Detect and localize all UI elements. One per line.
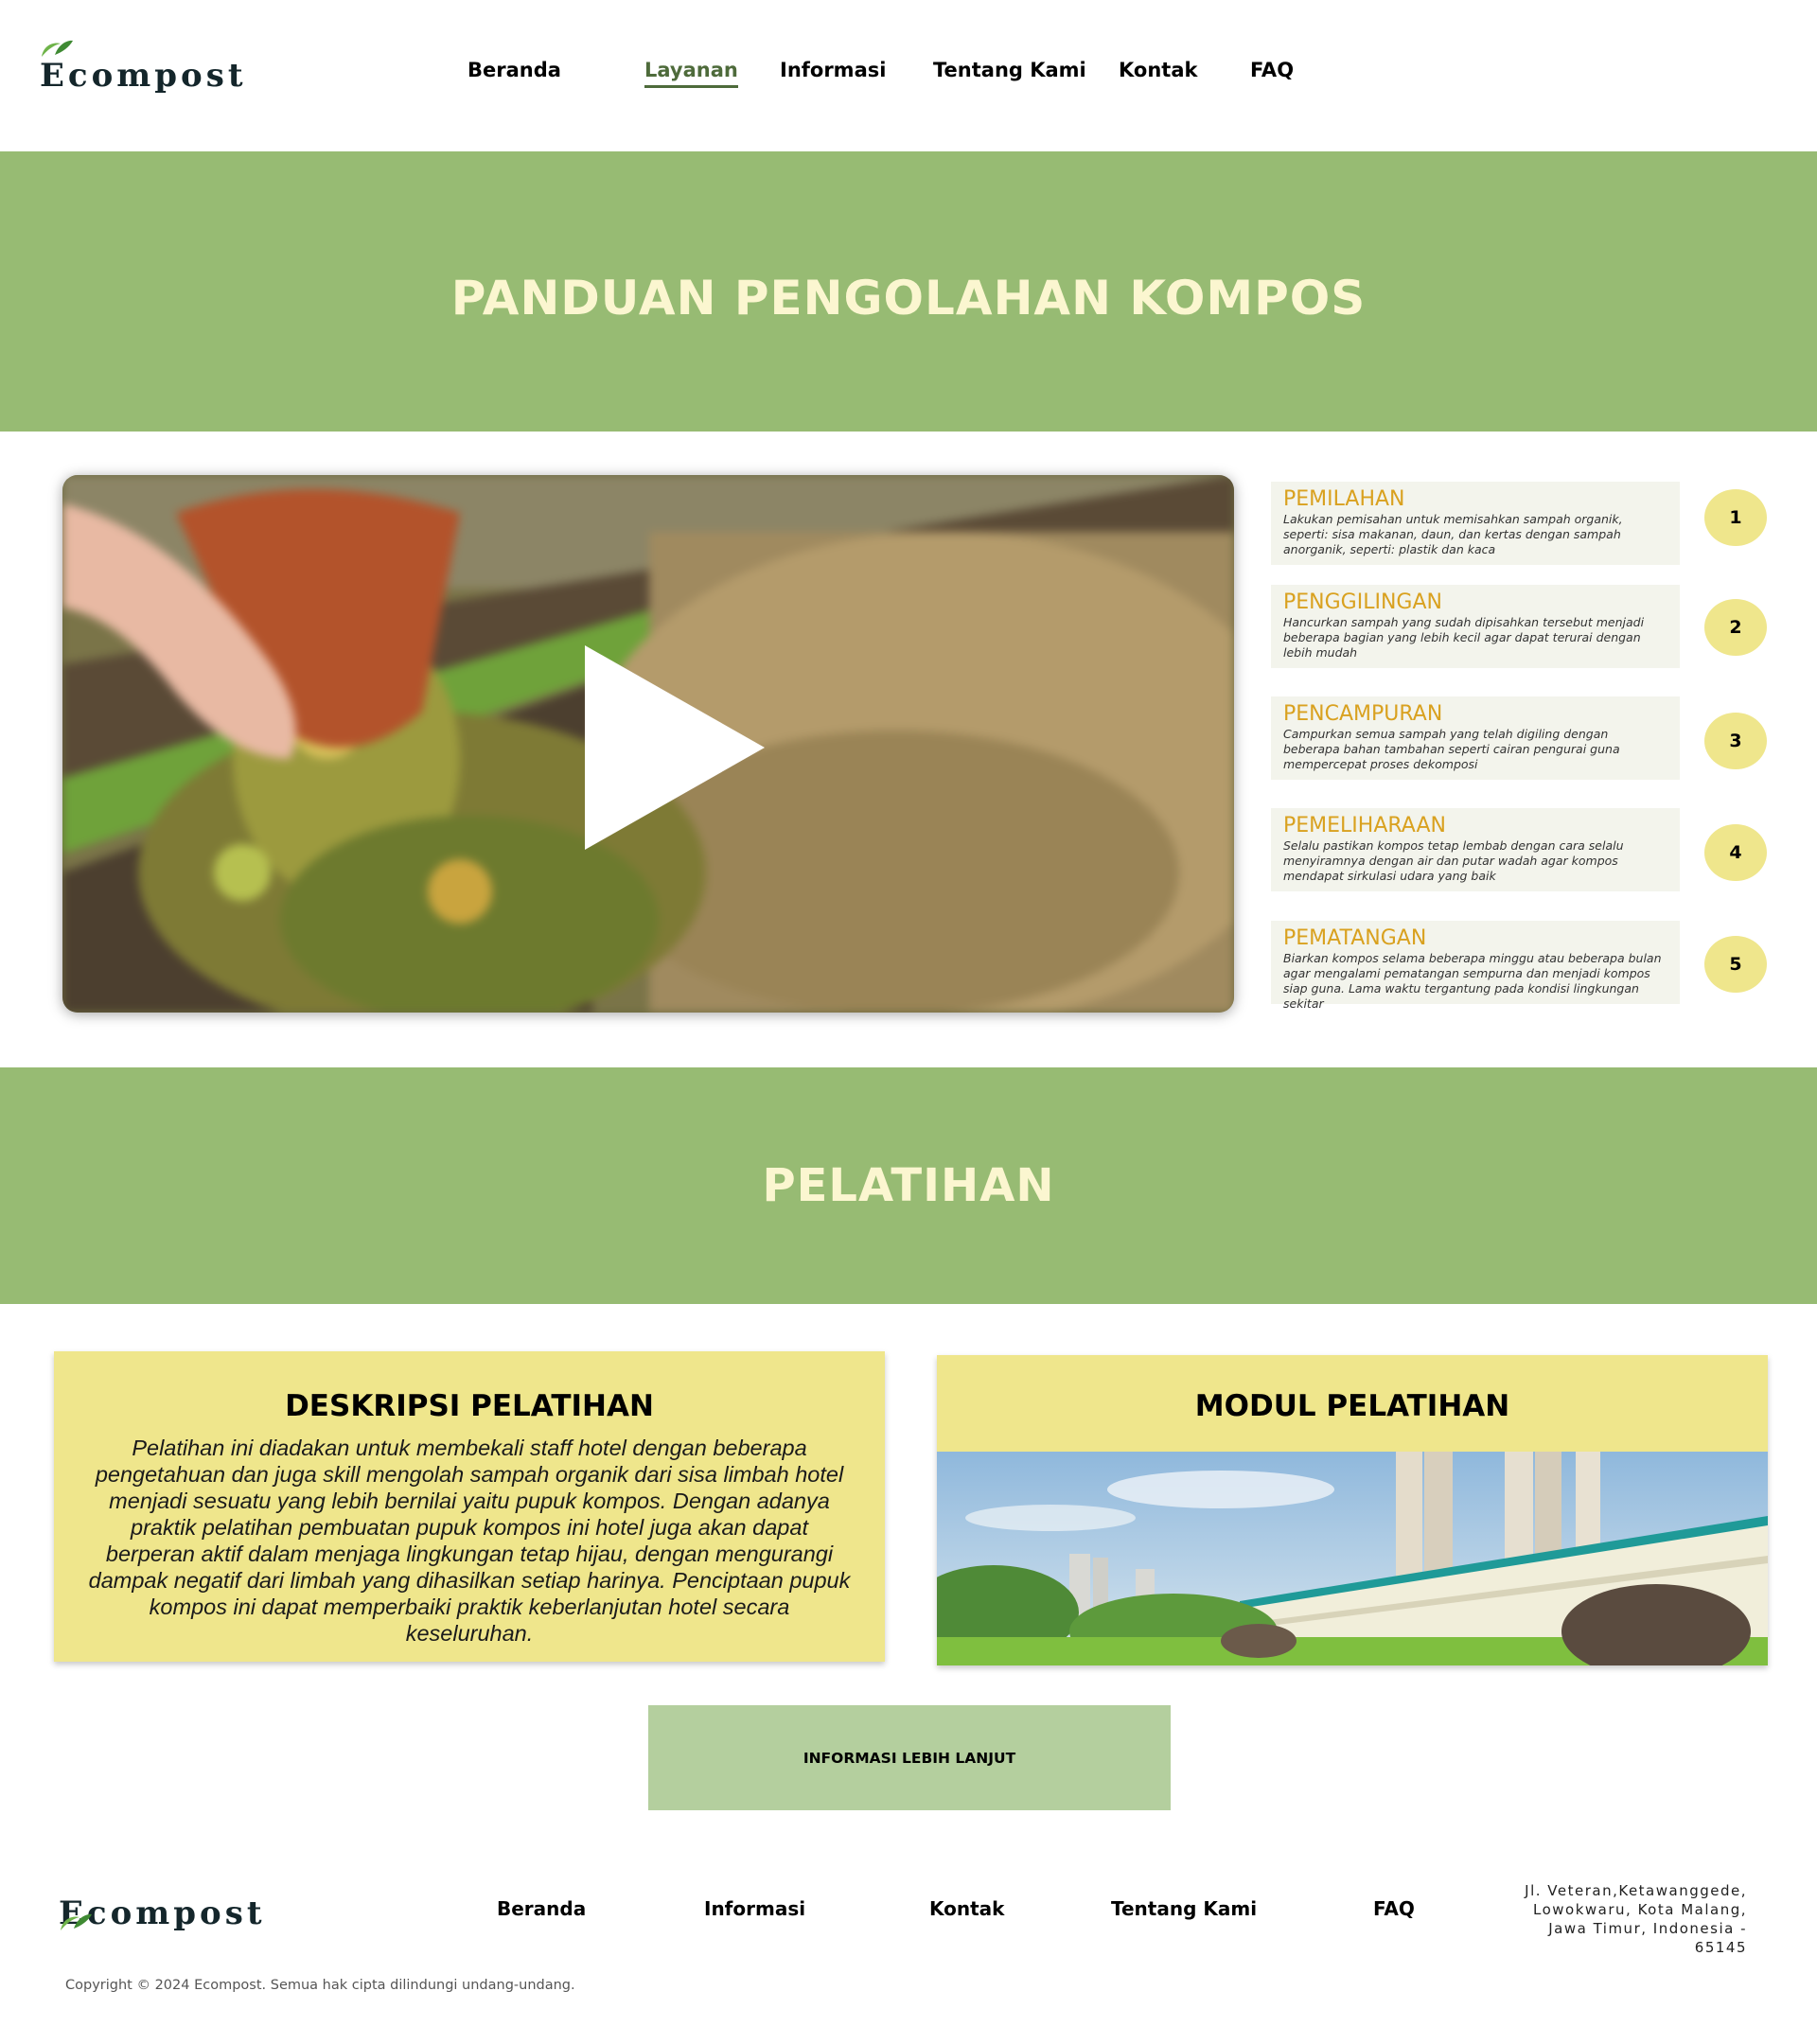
step-card-pemeliharaan: PEMELIHARAAN Selalu pastikan kompos teta… — [1271, 808, 1680, 891]
step-card-pemilahan: PEMILAHAN Lakukan pemisahan untuk memisa… — [1271, 482, 1680, 565]
step-card-pencampuran: PENCAMPURAN Campurkan semua sampah yang … — [1271, 696, 1680, 780]
training-module-card[interactable]: MODUL PELATIHAN — [937, 1355, 1768, 1665]
nav-item-faq[interactable]: FAQ — [1250, 59, 1294, 81]
nav-item-beranda[interactable]: Beranda — [467, 59, 561, 81]
step-title: PEMELIHARAAN — [1283, 814, 1446, 837]
step-number-badge: 1 — [1704, 489, 1767, 546]
nav-item-kontak[interactable]: Kontak — [1119, 59, 1197, 81]
step-card-penggilingan: PENGGILINGAN Hancurkan sampah yang sudah… — [1271, 585, 1680, 668]
description-title: DESKRIPSI PELATIHAN — [285, 1389, 654, 1423]
nav-item-layanan[interactable]: Layanan — [644, 59, 738, 88]
footer-link-beranda[interactable]: Beranda — [497, 1897, 586, 1920]
step-number-badge: 3 — [1704, 713, 1767, 769]
footer-link-tentang-kami[interactable]: Tentang Kami — [1111, 1897, 1257, 1920]
site-header: Ecompost Beranda Layanan Informasi Tenta… — [0, 0, 1817, 151]
brand-logo[interactable]: Ecompost — [40, 38, 247, 95]
training-title: PELATIHAN — [762, 1159, 1055, 1212]
step-card-pematangan: PEMATANGAN Biarkan kompos selama beberap… — [1271, 921, 1680, 1011]
step-title: PENCAMPURAN — [1283, 702, 1443, 726]
description-body: Pelatihan ini diadakan untuk membekali s… — [88, 1436, 851, 1646]
leaf-icon — [61, 1913, 92, 1930]
step-title: PEMILAHAN — [1283, 487, 1405, 511]
play-icon[interactable] — [585, 645, 765, 850]
step-number-badge: 4 — [1704, 824, 1767, 881]
building-photo — [937, 1452, 1768, 1665]
nav-item-tentang-kami[interactable]: Tentang Kami — [933, 59, 1086, 81]
footer-link-kontak[interactable]: Kontak — [929, 1897, 1004, 1920]
footer-address: Jl. Veteran,Ketawanggede, Lowokwaru, Kot… — [1525, 1882, 1747, 1956]
footer-link-informasi[interactable]: Informasi — [704, 1897, 805, 1920]
step-description: Hancurkan sampah yang sudah dipisahkan t… — [1283, 615, 1645, 660]
footer-logo[interactable]: Ecompost — [59, 1876, 266, 1932]
footer-link-faq[interactable]: FAQ — [1373, 1897, 1415, 1920]
module-image — [937, 1452, 1768, 1665]
step-title: PENGGILINGAN — [1283, 590, 1442, 614]
more-info-button[interactable]: INFORMASI LEBIH LANJUT — [648, 1705, 1171, 1810]
step-number-badge: 2 — [1704, 599, 1767, 656]
training-description-card: DESKRIPSI PELATIHAN Pelatihan ini diadak… — [54, 1351, 885, 1662]
step-description: Lakukan pemisahan untuk memisahkan sampa… — [1283, 512, 1623, 556]
guide-banner: PANDUAN PENGOLAHAN KOMPOS — [0, 151, 1817, 432]
step-description: Campurkan semua sampah yang telah digili… — [1283, 727, 1620, 771]
module-title: MODUL PELATIHAN — [1194, 1389, 1510, 1423]
copyright-text: Copyright © 2024 Ecompost. Semua hak cip… — [65, 1978, 575, 1993]
brand-name: Ecompost — [40, 57, 247, 95]
leaf-icon — [42, 40, 73, 57]
step-number-badge: 5 — [1704, 936, 1767, 993]
step-description: Selalu pastikan kompos tetap lembab deng… — [1283, 838, 1624, 883]
training-banner: PELATIHAN — [0, 1067, 1817, 1304]
step-title: PEMATANGAN — [1283, 926, 1427, 950]
step-description: Biarkan kompos selama beberapa minggu at… — [1283, 951, 1662, 1011]
nav-item-informasi[interactable]: Informasi — [780, 59, 886, 81]
guide-title: PANDUAN PENGOLAHAN KOMPOS — [450, 271, 1367, 326]
